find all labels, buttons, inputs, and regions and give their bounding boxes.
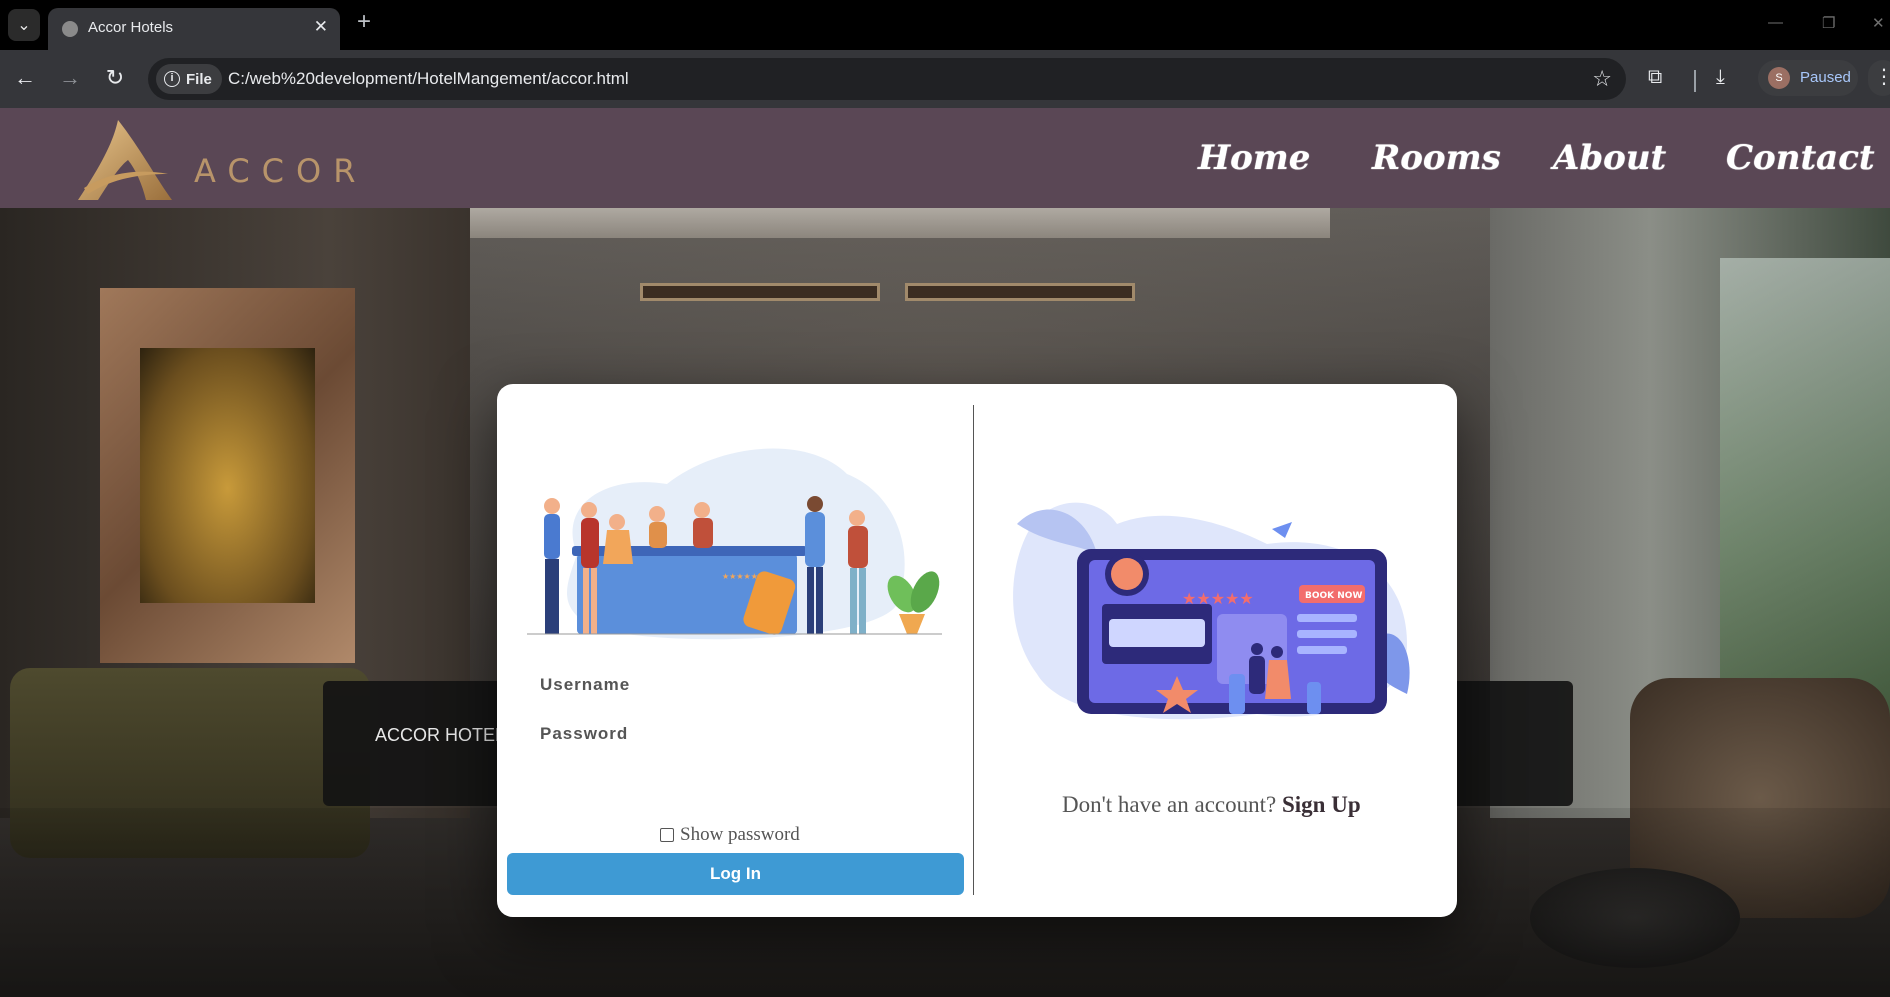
password-label: Password <box>540 724 629 743</box>
show-password-label: Show password <box>680 824 800 845</box>
restore-icon[interactable]: ❐ <box>1822 14 1835 32</box>
login-modal: ★★★★★ Username Password Show password Lo… <box>497 384 1457 917</box>
menu-icon[interactable]: ⋮ <box>1868 60 1890 96</box>
window-close-icon[interactable]: ✕ <box>1872 14 1885 32</box>
site-header: ACCOR Home Rooms About Contact <box>0 108 1890 208</box>
tab-search-button[interactable]: ⌄ <box>8 9 40 41</box>
toolbar-divider <box>1694 70 1696 92</box>
address-bar[interactable]: i File C:/web%20development/HotelMangeme… <box>148 58 1626 100</box>
globe-icon <box>62 21 78 37</box>
nav-rooms-link[interactable]: Rooms <box>1372 138 1501 178</box>
star-icon[interactable]: ☆ <box>1592 66 1612 92</box>
background-ceiling <box>470 208 1330 238</box>
back-icon[interactable]: ← <box>12 66 38 92</box>
background-vent <box>905 283 1135 301</box>
forward-icon[interactable]: → <box>57 66 83 92</box>
banner-text: ACCOR HOTEL <box>375 725 506 745</box>
logo-wordmark: ACCOR <box>194 152 368 190</box>
login-button[interactable]: Log In <box>507 853 964 895</box>
show-password-toggle[interactable]: Show password <box>660 824 800 846</box>
url-text[interactable]: C:/web%20development/HotelMangement/acco… <box>228 69 629 89</box>
nav-home-link[interactable]: Home <box>1198 138 1310 178</box>
profile-status: Paused <box>1800 69 1851 86</box>
online-booking-illustration: ★★★★★ BOOK NOW <box>1013 502 1410 720</box>
site-info-chip[interactable]: i File <box>156 64 222 94</box>
new-tab-button[interactable]: + <box>350 9 378 37</box>
hotel-reception-illustration: ★★★★★ <box>527 448 942 640</box>
password-input[interactable] <box>657 719 947 749</box>
signup-prompt: Don't have an account? Sign Up <box>1062 792 1361 818</box>
minimize-icon[interactable]: — <box>1768 14 1783 31</box>
accor-logo-mark-icon <box>78 120 172 200</box>
profile-button[interactable]: S Paused <box>1758 60 1858 96</box>
username-label: Username <box>540 675 631 694</box>
file-chip-label: File <box>186 70 212 88</box>
browser-tab[interactable]: Accor Hotels ✕ <box>48 8 340 50</box>
extensions-icon[interactable]: ⧉ <box>1648 66 1662 89</box>
nav-about-link[interactable]: About <box>1553 138 1666 178</box>
browser-tab-strip: ⌄ Accor Hotels ✕ + — ❐ ✕ <box>0 0 1890 50</box>
reload-icon[interactable]: ↻ <box>102 66 128 92</box>
rating-stars: ★★★★★ <box>1182 589 1254 608</box>
signup-prompt-text: Don't have an account? <box>1062 792 1277 817</box>
tab-title: Accor Hotels <box>88 19 174 36</box>
close-icon[interactable]: ✕ <box>314 17 328 37</box>
avatar: S <box>1768 67 1790 89</box>
book-now-badge: BOOK NOW <box>1305 591 1362 601</box>
web-page: ACCOR Home Rooms About Contact ACCOR HOT… <box>0 108 1890 997</box>
signup-link[interactable]: Sign Up <box>1282 792 1361 817</box>
accor-logo[interactable]: ACCOR <box>76 118 396 203</box>
info-icon: i <box>164 71 180 87</box>
modal-column-divider <box>973 405 974 895</box>
chevron-down-icon: ⌄ <box>17 17 31 34</box>
show-password-checkbox[interactable] <box>660 828 674 842</box>
browser-toolbar: ← → ↻ i File C:/web%20development/HotelM… <box>0 50 1890 108</box>
background-painting <box>140 348 315 603</box>
download-icon[interactable]: ⤓ <box>1716 66 1725 89</box>
reception-stars: ★★★★★ <box>722 572 758 581</box>
background-vent <box>640 283 880 301</box>
nav-contact-link[interactable]: Contact <box>1726 138 1875 178</box>
username-input[interactable] <box>657 670 947 700</box>
background-window <box>1720 258 1890 738</box>
